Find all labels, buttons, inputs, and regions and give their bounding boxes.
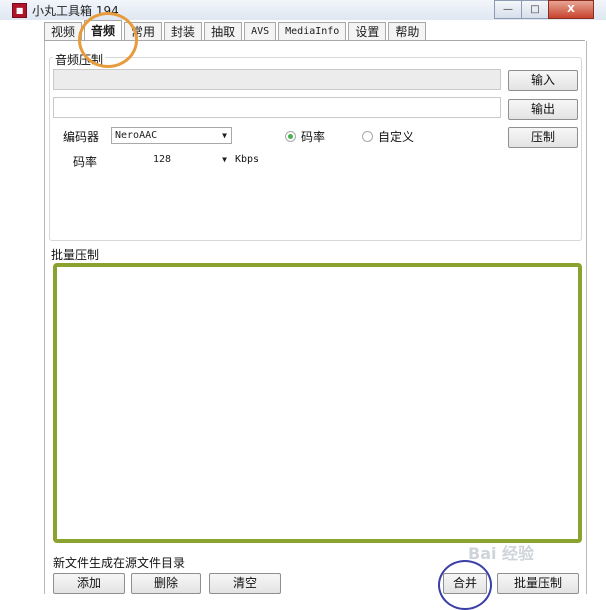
encoder-value: NeroAAC: [115, 130, 158, 141]
bitrate-radio-label[interactable]: 码率: [301, 128, 325, 145]
window-controls: — □ X: [494, 0, 594, 19]
tab-video[interactable]: 视频: [44, 22, 83, 41]
clear-button[interactable]: 清空: [209, 573, 281, 594]
bitrate-select[interactable]: 128 ▼: [149, 151, 232, 168]
minimize-button[interactable]: —: [494, 0, 522, 19]
custom-radio-label[interactable]: 自定义: [378, 128, 414, 145]
output-button[interactable]: 输出: [508, 99, 578, 120]
chevron-down-icon: ▼: [222, 155, 227, 164]
tab-help[interactable]: 帮助: [388, 22, 427, 41]
compress-button[interactable]: 压制: [508, 127, 578, 148]
close-button[interactable]: X: [548, 0, 594, 19]
batch-group-label: 批量压制: [51, 248, 100, 262]
bitrate-label: 码率: [73, 155, 98, 169]
tab-mediainfo[interactable]: MediaInfo: [278, 22, 347, 41]
delete-button[interactable]: 删除: [131, 573, 201, 594]
tab-avs[interactable]: AVS: [244, 22, 277, 41]
custom-radio[interactable]: [362, 131, 373, 142]
tab-mux[interactable]: 封装: [164, 22, 203, 41]
merge-button-highlight-ring: [438, 560, 492, 610]
input-path-field[interactable]: [53, 69, 501, 90]
add-button[interactable]: 添加: [53, 573, 125, 594]
tab-extract[interactable]: 抽取: [204, 22, 243, 41]
output-path-field[interactable]: [53, 97, 501, 118]
encoder-label: 编码器: [63, 130, 100, 144]
chevron-down-icon: ▼: [222, 131, 227, 140]
bitrate-value: 128: [153, 154, 172, 165]
input-button[interactable]: 输入: [508, 70, 578, 91]
bitrate-unit: Kbps: [235, 154, 260, 165]
audio-tab-highlight-ring: [78, 12, 138, 68]
audio-panel: 音频压制 输入 输出 编码器 NeroAAC ▼ 码率 自定义 压制 码率 12…: [44, 41, 587, 594]
batch-compress-button[interactable]: 批量压制: [497, 573, 579, 594]
bitrate-radio[interactable]: [285, 131, 296, 142]
app-icon: ■: [12, 3, 27, 18]
tab-settings[interactable]: 设置: [348, 22, 387, 41]
maximize-button[interactable]: □: [521, 0, 549, 19]
baidu-watermark: Bai 经验: [468, 544, 535, 563]
batch-file-list[interactable]: [53, 263, 582, 543]
batch-note: 新文件生成在源文件目录: [53, 556, 186, 570]
encoder-select[interactable]: NeroAAC ▼: [111, 127, 232, 144]
